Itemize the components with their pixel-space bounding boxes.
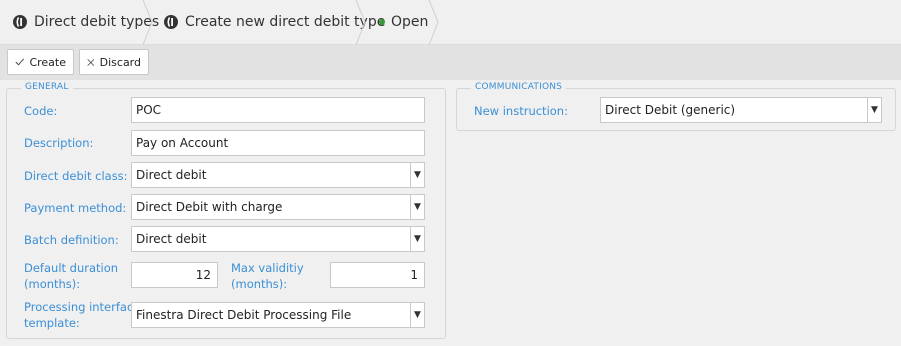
max-validity-field[interactable]: 1: [330, 262, 425, 288]
breadcrumb-item-create-new-direct-debit-type[interactable]: Create new direct debit type: [163, 0, 385, 44]
processing-template-label-line1: Processing interface: [24, 300, 141, 314]
description-label: Description:: [24, 136, 94, 150]
discard-button-label: Discard: [99, 55, 141, 69]
default-duration-value: 12: [195, 268, 211, 282]
dropdown-arrow-icon[interactable]: ▼: [410, 195, 424, 219]
default-duration-field[interactable]: 12: [131, 262, 218, 288]
breadcrumb-separator: [428, 0, 439, 45]
code-label: Code:: [24, 104, 58, 118]
new-instruction-label: New instruction:: [474, 104, 568, 118]
direct-debit-class-label: Direct debit class:: [24, 169, 128, 183]
processing-template-label-line2: template:: [24, 316, 80, 330]
breadcrumb-label: Open: [391, 14, 429, 30]
brand-logo-icon: [163, 14, 179, 30]
direct-debit-class-value: Direct debit: [136, 168, 207, 182]
processing-template-value: Finestra Direct Debit Processing File: [136, 308, 352, 322]
processing-template-select[interactable]: Finestra Direct Debit Processing File ▼: [131, 302, 425, 328]
dropdown-arrow-icon[interactable]: ▼: [867, 98, 881, 122]
payment-method-value: Direct Debit with charge: [136, 200, 283, 214]
default-duration-label-line1: Default duration: [24, 261, 119, 275]
communications-legend: COMMUNICATIONS: [471, 82, 567, 92]
batch-definition-select[interactable]: Direct debit ▼: [131, 226, 425, 252]
dropdown-arrow-icon[interactable]: ▼: [410, 227, 424, 251]
max-validity-value: 1: [410, 268, 418, 282]
breadcrumb-item-direct-debit-types[interactable]: Direct debit types: [12, 0, 159, 44]
status-dot-icon: [379, 19, 385, 25]
breadcrumb-separator: [142, 0, 153, 45]
dropdown-arrow-icon[interactable]: ▼: [410, 303, 424, 327]
max-validity-label-line1: Max validitiy: [231, 261, 304, 275]
payment-method-select[interactable]: Direct Debit with charge ▼: [131, 194, 425, 220]
direct-debit-class-select[interactable]: Direct debit ▼: [131, 162, 425, 188]
breadcrumb-separator: [355, 0, 366, 45]
max-validity-label: Max validitiy (months):: [231, 260, 304, 292]
batch-definition-label: Batch definition:: [24, 233, 119, 247]
default-duration-label: Default duration (months):: [24, 260, 118, 292]
brand-logo-icon: [12, 14, 28, 30]
create-button[interactable]: Create: [7, 49, 74, 75]
default-duration-label-line2: (months):: [24, 277, 81, 291]
payment-method-label: Payment method:: [24, 201, 127, 215]
breadcrumb: Direct debit types Create new direct deb…: [0, 0, 901, 45]
batch-definition-value: Direct debit: [136, 232, 207, 246]
create-button-label: Create: [29, 55, 66, 69]
close-icon: [87, 58, 95, 66]
new-instruction-select[interactable]: Direct Debit (generic) ▼: [600, 97, 882, 123]
dropdown-arrow-icon[interactable]: ▼: [410, 163, 424, 187]
max-validity-label-line2: (months):: [231, 277, 288, 291]
description-field[interactable]: Pay on Account: [131, 130, 425, 156]
check-icon: [15, 58, 25, 66]
breadcrumb-item-open[interactable]: Open: [379, 0, 428, 44]
breadcrumb-label: Direct debit types: [34, 14, 160, 30]
code-field[interactable]: POC: [131, 97, 425, 123]
general-legend: GENERAL: [21, 82, 73, 92]
code-value: POC: [136, 103, 162, 117]
toolbar: Create Discard: [0, 45, 901, 80]
new-instruction-value: Direct Debit (generic): [605, 103, 736, 117]
description-value: Pay on Account: [136, 136, 229, 150]
discard-button[interactable]: Discard: [79, 49, 149, 75]
processing-template-label: Processing interface template:: [24, 299, 140, 331]
